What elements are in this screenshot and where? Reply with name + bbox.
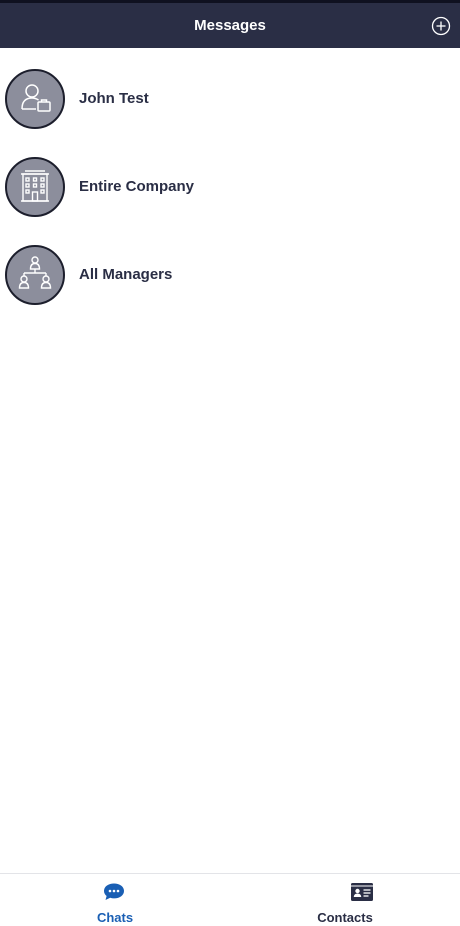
chat-item-entire-company[interactable]: Entire Company <box>0 136 460 224</box>
org-chart-icon <box>18 256 52 289</box>
tab-chats[interactable]: Chats <box>0 874 230 925</box>
avatar <box>5 69 65 129</box>
plus-circle-icon <box>431 16 451 36</box>
person-briefcase-icon <box>21 84 51 112</box>
building-icon <box>21 170 49 202</box>
chat-name: Entire Company <box>79 178 195 195</box>
contact-card-icon <box>351 883 373 901</box>
avatar <box>5 157 65 217</box>
chat-list: John Test Entire Company All Managers <box>0 48 460 312</box>
new-message-button[interactable] <box>431 16 451 36</box>
avatar <box>5 245 65 305</box>
app-header: Messages <box>0 3 460 48</box>
bottom-tab-bar: Chats Contacts <box>0 873 460 925</box>
chat-name: All Managers <box>79 266 173 283</box>
chat-item-all-managers[interactable]: All Managers <box>0 224 460 312</box>
tab-contacts[interactable]: Contacts <box>230 874 460 925</box>
page-title: Messages <box>194 17 266 34</box>
chat-item-john-test[interactable]: John Test <box>0 48 460 136</box>
chat-bubble-icon <box>104 883 124 900</box>
chat-name: John Test <box>79 90 149 107</box>
